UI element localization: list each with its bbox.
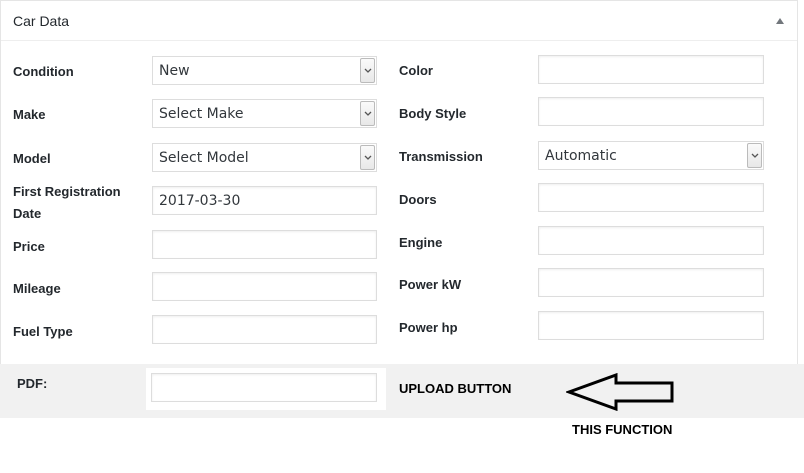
power-kw-input[interactable] <box>538 268 764 297</box>
pdf-label: PDF: <box>17 376 48 391</box>
label-fuel-type: Fuel Type <box>13 324 73 339</box>
collapse-triangle-icon[interactable] <box>776 18 784 24</box>
chevron-down-icon <box>747 143 762 168</box>
label-color: Color <box>399 63 433 78</box>
make-select[interactable]: Select Make <box>152 99 377 128</box>
label-body-style: Body Style <box>399 106 467 121</box>
chevron-down-icon <box>360 101 375 126</box>
panel-title: Car Data <box>13 13 70 29</box>
color-input[interactable] <box>538 55 764 84</box>
condition-value: New <box>159 63 190 79</box>
label-make: Make <box>13 107 46 122</box>
label-power-hp: Power hp <box>399 320 458 335</box>
label-first-registration-line2: Date <box>13 206 42 221</box>
power-hp-input[interactable] <box>538 311 764 340</box>
upload-button-annotation: UPLOAD BUTTON <box>399 381 512 396</box>
doors-input[interactable] <box>538 183 764 212</box>
label-doors: Doors <box>399 192 437 207</box>
make-value: Select Make <box>159 106 244 122</box>
transmission-value: Automatic <box>545 148 617 164</box>
label-first-registration-line1: First Registration <box>13 184 121 199</box>
label-transmission: Transmission <box>399 149 483 164</box>
fuel-type-input[interactable] <box>152 315 377 344</box>
condition-select[interactable]: New <box>152 56 377 85</box>
label-price: Price <box>13 239 45 254</box>
this-function-annotation: THIS FUNCTION <box>572 422 673 437</box>
model-value: Select Model <box>159 150 249 166</box>
label-power-kw: Power kW <box>399 277 462 292</box>
pdf-input[interactable] <box>151 373 377 402</box>
chevron-down-icon <box>360 145 375 170</box>
model-select[interactable]: Select Model <box>152 143 377 172</box>
label-condition: Condition <box>13 64 74 79</box>
price-input[interactable] <box>152 230 377 259</box>
pdf-input-well <box>146 368 386 410</box>
body-style-input[interactable] <box>538 97 764 126</box>
label-mileage: Mileage <box>13 281 61 296</box>
left-arrow-icon <box>566 373 674 411</box>
engine-input[interactable] <box>538 226 764 255</box>
first-registration-date-input[interactable] <box>152 186 377 215</box>
mileage-input[interactable] <box>152 272 377 301</box>
transmission-select[interactable]: Automatic <box>538 141 764 170</box>
panel-header[interactable]: Car Data <box>1 1 797 41</box>
label-engine: Engine <box>399 235 443 250</box>
label-model: Model <box>13 151 51 166</box>
chevron-down-icon <box>360 58 375 83</box>
